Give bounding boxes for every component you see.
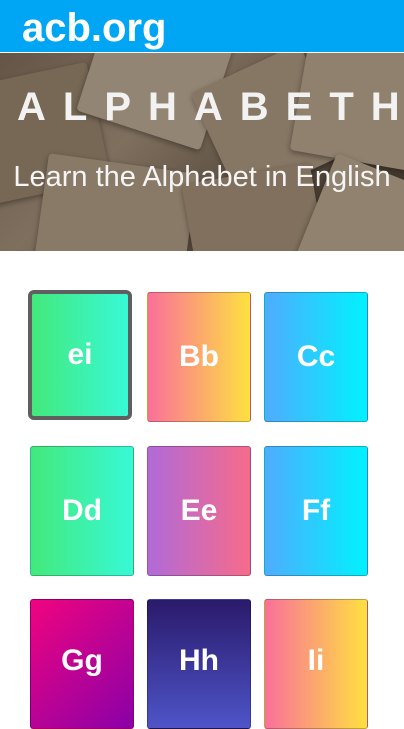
- letter-card-label: Ii: [307, 644, 325, 677]
- hero-subtitle: Learn the Alphabet in English: [13, 161, 391, 193]
- letter-card-label: Dd: [62, 494, 102, 527]
- letter-card-label: Ff: [301, 494, 331, 527]
- letter-card-d[interactable]: Dd: [30, 446, 134, 576]
- letter-card-label: Bb: [179, 340, 219, 373]
- letter-card-f[interactable]: Ff: [264, 446, 368, 576]
- letter-card-e[interactable]: Ee: [147, 446, 251, 576]
- letter-card-h[interactable]: Hh: [147, 599, 251, 729]
- site-logo[interactable]: acb.org: [22, 2, 166, 54]
- letter-card-i[interactable]: Ii: [264, 599, 368, 729]
- letter-card-b[interactable]: Bb: [147, 292, 251, 422]
- letter-card-g[interactable]: Gg: [30, 599, 134, 729]
- hero-banner: ALPHABETH Learn the Alphabet in English: [0, 53, 404, 251]
- letter-card-label: Gg: [61, 644, 103, 677]
- letter-card-c[interactable]: Cc: [264, 292, 368, 422]
- letter-card-label: Cc: [296, 340, 336, 373]
- letter-card-label: Hh: [179, 644, 219, 677]
- top-bar: acb.org: [0, 0, 404, 52]
- letter-card-label: Ee: [180, 494, 218, 527]
- hero-title: ALPHABETH: [17, 85, 404, 129]
- letter-card-label: ei: [67, 338, 93, 371]
- letter-card-a[interactable]: ei: [28, 290, 132, 420]
